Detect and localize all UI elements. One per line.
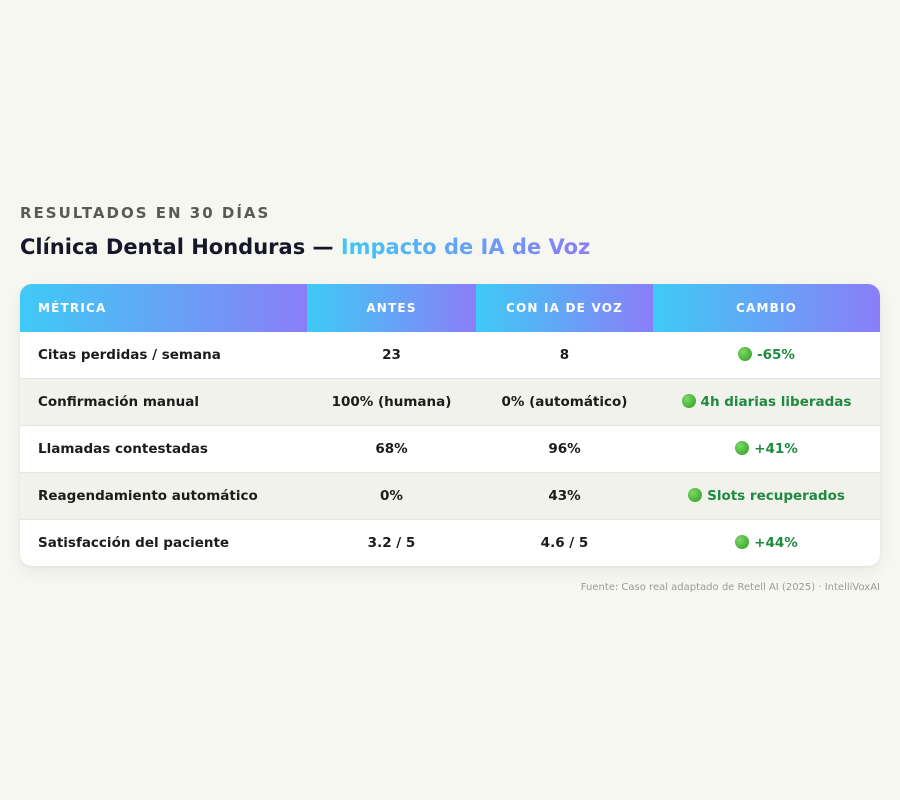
source-note: Fuente: Caso real adaptado de Retell AI … — [580, 582, 880, 593]
table-row: Satisfacción del paciente 3.2 / 5 4.6 / … — [20, 519, 880, 566]
results-table-card: MÉTRICA ANTES CON IA DE VOZ CAMBIO Citas… — [20, 284, 880, 566]
change-cell: -65% — [653, 332, 880, 379]
before-cell: 68% — [307, 425, 476, 473]
metric-cell: Reagendamiento automático — [20, 472, 307, 520]
change-cell: +41% — [653, 425, 880, 473]
with-ai-cell: 4.6 / 5 — [476, 519, 653, 566]
change-cell: Slots recuperados — [653, 472, 880, 520]
change-value: -65% — [757, 347, 795, 363]
with-ai-cell: 96% — [476, 425, 653, 473]
before-cell: 100% (humana) — [307, 378, 476, 426]
title-main: Clínica Dental Honduras — — [20, 235, 334, 259]
results-table: MÉTRICA ANTES CON IA DE VOZ CAMBIO Citas… — [20, 284, 880, 566]
title-accent: Impacto de IA de Voz — [340, 235, 591, 259]
before-cell: 3.2 / 5 — [307, 519, 476, 566]
table-row: Llamadas contestadas 68% 96% +41% — [20, 425, 880, 473]
column-header-change: CAMBIO — [653, 284, 880, 332]
green-circle-icon — [688, 488, 703, 502]
change-value: 4h diarias liberadas — [700, 394, 852, 410]
change-value: Slots recuperados — [707, 488, 845, 504]
metric-cell: Satisfacción del paciente — [20, 519, 307, 566]
metric-cell: Citas perdidas / semana — [38, 347, 221, 363]
before-cell: 0% — [307, 472, 476, 520]
table-header-row: MÉTRICA ANTES CON IA DE VOZ CAMBIO — [20, 284, 880, 332]
column-header-before: ANTES — [307, 284, 476, 332]
metric-cell: Confirmación manual — [20, 378, 307, 426]
green-circle-icon — [738, 347, 753, 361]
results-section: RESULTADOS EN 30 DÍAS Clínica Dental Hon… — [20, 202, 880, 593]
with-ai-cell: 43% — [476, 472, 653, 520]
green-circle-icon — [735, 535, 750, 549]
green-circle-icon — [735, 441, 750, 455]
section-eyebrow: RESULTADOS EN 30 DÍAS — [20, 204, 271, 222]
change-value: +44% — [754, 535, 798, 551]
change-cell: +44% — [653, 519, 880, 566]
before-cell: 23 — [382, 347, 401, 363]
column-header-metric: MÉTRICA — [20, 284, 307, 332]
green-circle-icon — [681, 394, 696, 408]
metric-cell: Llamadas contestadas — [20, 425, 307, 473]
change-value: +41% — [754, 441, 798, 457]
table-row: Confirmación manual 100% (humana) 0% (au… — [20, 378, 880, 426]
with-ai-cell: 0% (automático) — [476, 378, 653, 426]
page-title: Clínica Dental Honduras — Impacto de IA … — [20, 232, 880, 262]
table-row: Reagendamiento automático 0% 43% Slots r… — [20, 472, 880, 520]
change-cell: 4h diarias liberadas — [653, 378, 880, 426]
with-ai-cell: 8 — [559, 347, 570, 363]
column-header-with-ai: CON IA DE VOZ — [476, 284, 653, 332]
table-row: Citas perdidas / semana 23 8 -65% — [20, 332, 880, 379]
